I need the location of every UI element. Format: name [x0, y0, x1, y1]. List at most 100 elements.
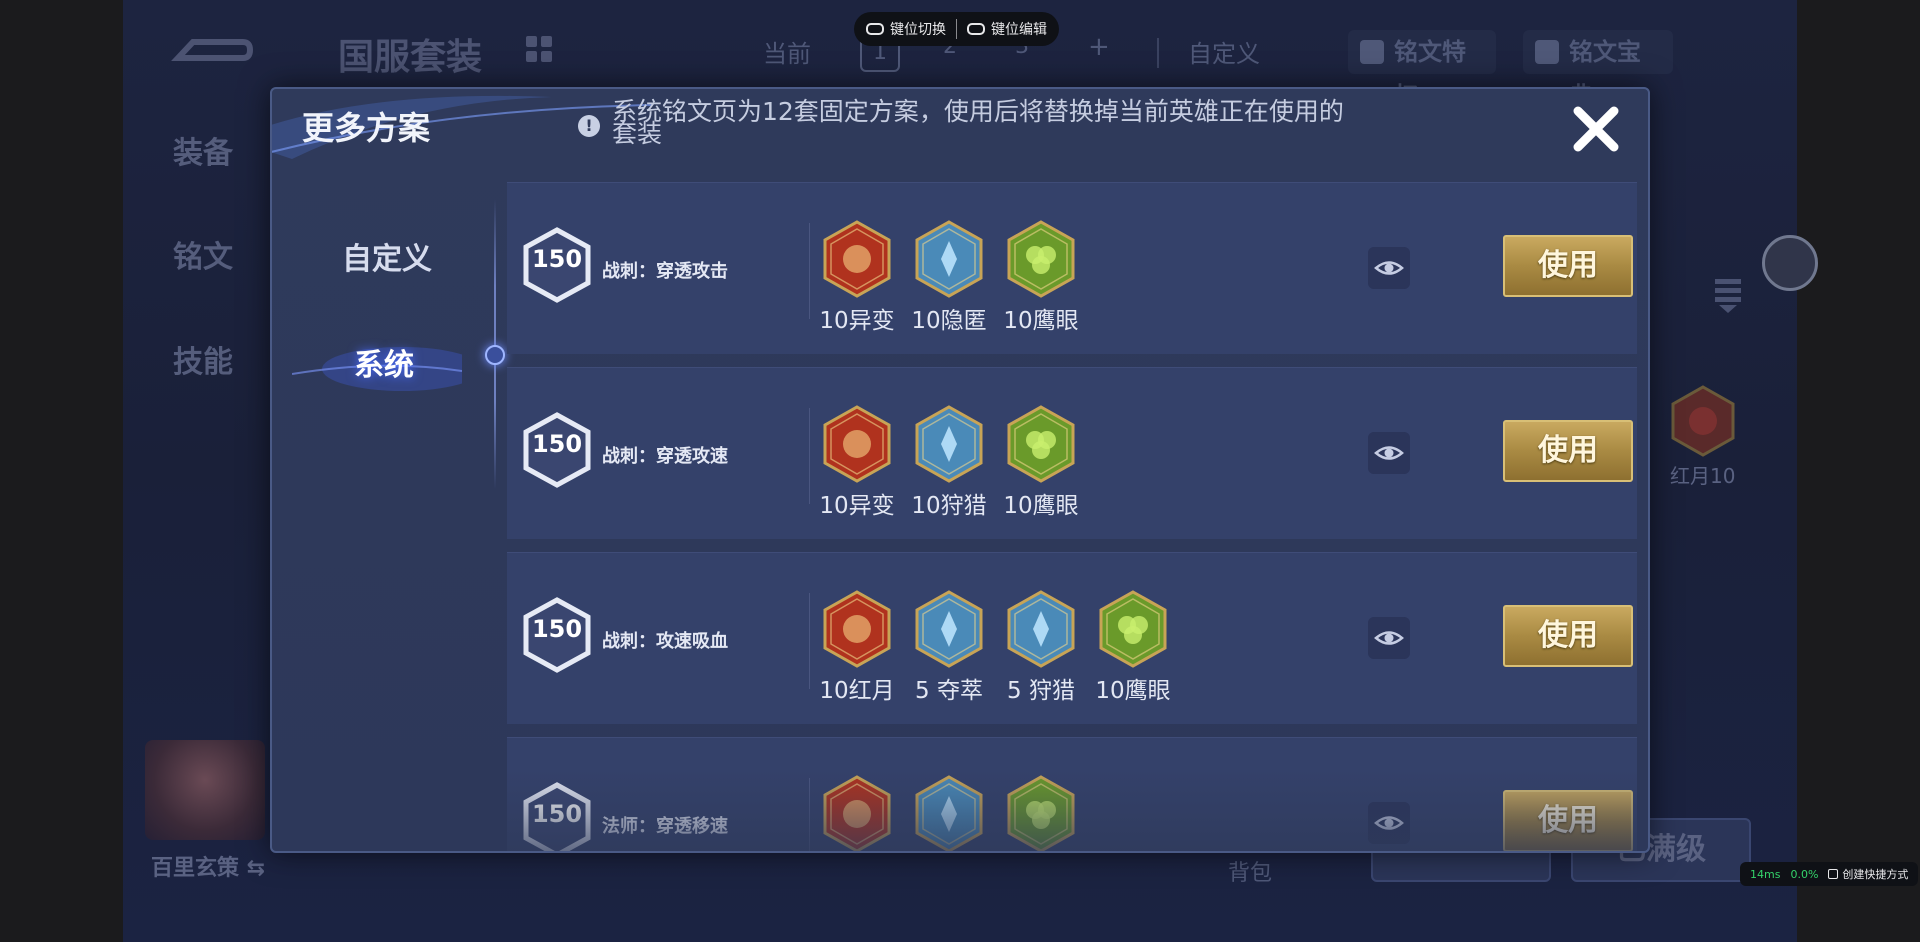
rune-icon [1007, 405, 1075, 483]
rune-label: 10红月 [819, 678, 895, 704]
add-slot-button[interactable]: + [1088, 32, 1110, 62]
row-divider [809, 223, 810, 319]
rune-slot[interactable]: 10红月 [817, 589, 897, 705]
performance-badge: 14ms 0.0% 创建快捷方式 [1740, 862, 1919, 886]
rune-set: 10异变 10隐匿 10鹰眼 [817, 219, 1081, 335]
rune-icon [1099, 590, 1167, 668]
rune-icon [1007, 775, 1075, 851]
preview-eye-icon[interactable] [1368, 432, 1410, 474]
rune-icon [915, 590, 983, 668]
side-tab-skills[interactable]: 技能 [173, 337, 233, 381]
rune-icon [823, 775, 891, 851]
rune-icon [823, 220, 891, 298]
rune-slot[interactable]: 5 狩猎 [1001, 589, 1081, 705]
rune-icon [1007, 220, 1075, 298]
rune-slot[interactable]: 10异变 [817, 404, 897, 520]
custom-button[interactable]: 自定义 [1188, 34, 1260, 69]
preview-eye-icon[interactable] [1368, 617, 1410, 659]
rune-privilege-button[interactable]: 铭文特权 [1348, 30, 1496, 110]
page-title: 国服套装 [338, 37, 483, 78]
key-switch-label: 键位切换 [890, 22, 946, 38]
create-shortcut-button[interactable]: 创建快捷方式 [1828, 866, 1908, 882]
rune-slot[interactable] [1001, 774, 1081, 851]
rune-level: 150 [531, 245, 583, 273]
rune-set: 10红月 5 夺萃 5 狩猎 10鹰眼 [817, 589, 1173, 705]
use-button[interactable]: 使用 [1503, 420, 1633, 482]
plan-row: 150 战刺：穿透攻速 10异变 10狩猎 10鹰眼 使用 [507, 367, 1637, 539]
rune-label: 10鹰眼 [1003, 493, 1079, 519]
rune-slot[interactable]: 5 夺萃 [909, 589, 989, 705]
row-divider [809, 408, 810, 504]
rune-icon [823, 405, 891, 483]
create-shortcut-label: 创建快捷方式 [1842, 868, 1909, 881]
notice-text: 系统铭文页为12套固定方案，使用后将替换掉当前英雄正在使用的套装 [612, 97, 1344, 148]
rune-set [817, 774, 1081, 851]
stack-icon[interactable] [1713, 275, 1743, 315]
use-button[interactable]: 使用 [1503, 605, 1633, 667]
key-switch-button[interactable]: 键位切换 [866, 19, 946, 39]
rune-label: 5 夺萃 [915, 678, 983, 704]
use-button[interactable]: 使用 [1503, 235, 1633, 297]
plan-name: 战刺：穿透攻击 [602, 261, 728, 282]
plan-row: 150 法师：穿透移速 使用 [507, 737, 1637, 851]
key-edit-label: 键位编辑 [991, 22, 1047, 38]
dialog-title: 更多方案 [302, 109, 431, 147]
side-tab-runes[interactable]: 铭文 [173, 232, 233, 276]
rune-slot[interactable]: 10狩猎 [909, 404, 989, 520]
packet-loss-value: 0.0% [1790, 867, 1819, 881]
rune-slot[interactable] [909, 774, 989, 851]
rune-icon [915, 220, 983, 298]
shortcut-icon [1828, 869, 1839, 879]
rune-set: 10异变 10狩猎 10鹰眼 [817, 404, 1081, 520]
privilege-icon [1360, 40, 1384, 64]
bag-label[interactable]: 背包 [1228, 855, 1272, 887]
hero-avatar[interactable] [145, 740, 265, 840]
plan-name: 战刺：穿透攻速 [602, 446, 728, 467]
preview-eye-icon[interactable] [1368, 247, 1410, 289]
divider [1157, 38, 1159, 68]
book-icon [1535, 40, 1559, 64]
row-divider [809, 778, 810, 851]
hero-name[interactable]: 百里玄策 ⇆ [151, 850, 265, 882]
rune-icon [1007, 590, 1075, 668]
rune-slot[interactable]: 10异变 [817, 219, 897, 335]
use-button[interactable]: 使用 [1503, 790, 1633, 851]
rune-icon [915, 775, 983, 851]
nav-tab-system[interactable]: 系统 [354, 340, 414, 384]
plan-name: 战刺：攻速吸血 [602, 631, 728, 652]
plan-list[interactable]: 150 战刺：穿透攻击 10异变 10隐匿 10鹰眼 使用 150 战刺：穿透攻… [507, 182, 1637, 851]
rune-dictionary-button[interactable]: 铭文宝典 [1523, 30, 1673, 110]
rune-label: 10异变 [819, 493, 895, 519]
side-float-button[interactable] [1762, 235, 1818, 291]
rune-label: 10鹰眼 [1095, 678, 1171, 704]
row-divider [809, 593, 810, 689]
gamepad-icon [967, 23, 985, 35]
preview-eye-icon[interactable] [1368, 802, 1410, 844]
plan-row: 150 战刺：穿透攻击 10异变 10隐匿 10鹰眼 使用 [507, 182, 1637, 354]
rune-slot[interactable]: 10鹰眼 [1001, 219, 1081, 335]
rune-label: 10狩猎 [911, 493, 987, 519]
rune-slot[interactable]: 10鹰眼 [1093, 589, 1173, 705]
back-arrow-icon[interactable] [168, 28, 253, 70]
rune-level: 150 [531, 615, 583, 643]
info-icon: ! [578, 115, 600, 137]
rune-icon [823, 590, 891, 668]
more-plans-dialog: 更多方案 ! 系统铭文页为12套固定方案，使用后将替换掉当前英雄正在使用的套装 … [270, 87, 1650, 853]
rune-slot[interactable] [817, 774, 897, 851]
rune-slot[interactable]: 10鹰眼 [1001, 404, 1081, 520]
rune-slot[interactable]: 10隐匿 [909, 219, 989, 335]
keymap-toolbar: 键位切换 键位编辑 [854, 12, 1059, 46]
toolbar-divider [956, 19, 957, 39]
plan-row: 150 战刺：攻速吸血 10红月 5 夺萃 5 狩猎 10鹰眼 使用 [507, 552, 1637, 724]
rune-level: 150 [531, 430, 583, 458]
rune-label: 10鹰眼 [1003, 308, 1079, 334]
nav-tab-custom[interactable]: 自定义 [342, 234, 432, 278]
close-icon[interactable] [1568, 101, 1624, 157]
rune-label: 10异变 [819, 308, 895, 334]
current-label: 当前 [763, 40, 811, 68]
red-moon-label: 红月10 [1670, 464, 1736, 488]
side-tab-equipment[interactable]: 装备 [173, 128, 233, 172]
rune-level: 150 [531, 800, 583, 828]
key-edit-button[interactable]: 键位编辑 [967, 19, 1047, 39]
grid-icon[interactable] [526, 36, 552, 62]
